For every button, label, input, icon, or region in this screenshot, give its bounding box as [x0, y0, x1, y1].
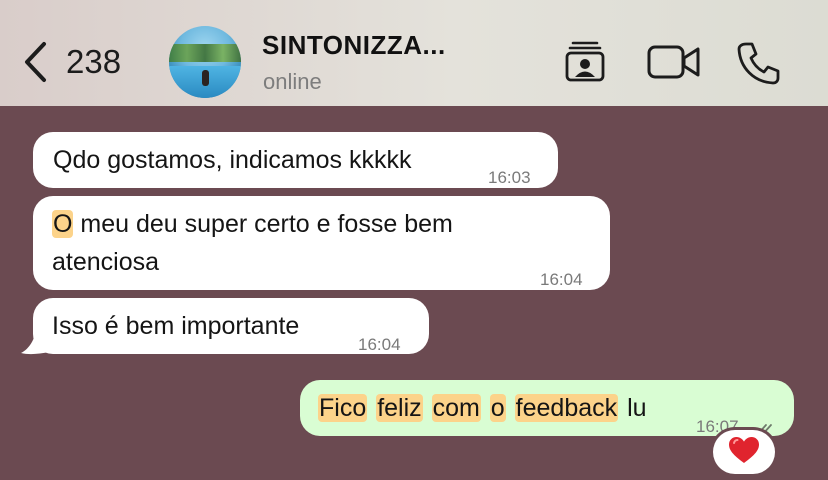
message-time: 16:04	[540, 270, 583, 289]
search-highlight: o	[489, 394, 506, 422]
message-bubble-incoming[interactable]: O meu deu super certo e fosse bem atenci…	[33, 196, 610, 290]
back-button[interactable]: 238	[22, 40, 121, 84]
unread-count: 238	[66, 43, 122, 80]
heart-icon	[728, 436, 760, 469]
back-chevron-icon	[22, 40, 48, 84]
search-highlight: O	[52, 210, 74, 238]
message-text: Isso é bem importante	[52, 312, 300, 340]
reaction-badge[interactable]	[713, 430, 775, 474]
search-highlight: feliz	[376, 394, 423, 422]
search-highlight: feedback	[514, 394, 619, 422]
message-text: Fico feliz com o feedback lu	[318, 394, 647, 422]
contact-status: online	[263, 69, 322, 94]
message-bubble-outgoing[interactable]: Fico feliz com o feedback lu 16:07	[300, 380, 794, 436]
message-text: Qdo gostamos, indicamos kkkkk	[53, 146, 412, 174]
message-text: O meu deu super certo e fosse bem	[52, 210, 453, 238]
search-highlight: Fico	[318, 394, 368, 422]
message-bubble-incoming[interactable]: Qdo gostamos, indicamos kkkkk 16:03	[33, 132, 558, 188]
message-bubble-incoming[interactable]: Isso é bem importante 16:04	[33, 298, 429, 354]
avatar[interactable]	[169, 26, 241, 98]
contact-card-icon[interactable]	[565, 40, 605, 82]
message-text-line2: atenciosa	[52, 248, 160, 276]
search-highlight: com	[431, 394, 481, 422]
contact-name[interactable]: SINTONIZZA...	[262, 30, 446, 61]
chat-header: 238 SINTONIZZA... online	[0, 0, 828, 106]
phone-icon[interactable]	[737, 41, 781, 85]
message-time: 16:04	[358, 335, 401, 354]
video-call-icon[interactable]	[647, 44, 701, 80]
message-time: 16:03	[488, 168, 531, 187]
